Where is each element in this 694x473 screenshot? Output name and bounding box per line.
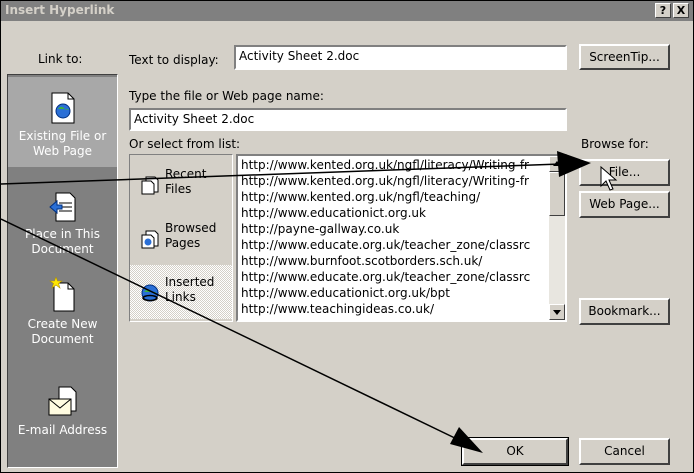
list-item[interactable]: http://www.educationict.org.uk (241, 206, 547, 222)
create-new-document-label-2: Document (31, 332, 94, 346)
email-address-label: E-mail Address (17, 423, 108, 437)
arrow-down-icon (553, 310, 561, 315)
place-in-document-label-1: Place in This (25, 227, 100, 241)
insert-hyperlink-dialog: Insert Hyperlink ? X Link to: Existing F… (0, 0, 694, 473)
browsed-pages-icon (141, 230, 159, 249)
place-in-document-label-2: Document (31, 242, 94, 256)
inserted-links-label: Inserted Links (165, 275, 215, 304)
scroll-up-button[interactable] (549, 156, 565, 172)
list-item[interactable]: http://www.kented.org.uk/ngfl/teaching/ (241, 190, 547, 206)
dialog-title: Insert Hyperlink (5, 3, 115, 17)
text-to-display-input[interactable]: Activity Sheet 2.doc (234, 45, 567, 70)
place-in-document-icon (48, 192, 75, 222)
link-to-bar: Existing File or Web Page Place in This … (7, 74, 118, 468)
browse-file-button[interactable]: File... (579, 159, 670, 186)
browsed-pages-label: Browsed Pages (165, 221, 217, 250)
select-from-list-label: Or select from list: (129, 137, 241, 151)
existing-file-icon (51, 92, 74, 124)
create-new-document-icon (48, 277, 74, 312)
inserted-links-icon (141, 284, 159, 302)
link-to-email-address[interactable]: E-mail Address (8, 385, 117, 461)
scroll-down-button[interactable] (549, 304, 565, 320)
close-button[interactable]: X (673, 3, 689, 18)
title-bar: Insert Hyperlink ? X (1, 1, 693, 21)
list-category-panel: Recent Files Browsed Pages Inserted Links (129, 154, 233, 322)
scroll-thumb[interactable] (549, 172, 565, 216)
email-icon (48, 386, 76, 416)
list-item[interactable]: http://www.educate.org.uk/teacher_zone/c… (241, 270, 547, 286)
cancel-button[interactable]: Cancel (579, 438, 670, 465)
list-item[interactable]: http://www.educationict.org.uk/bpt (241, 286, 547, 302)
list-item[interactable]: http://www.educate.org.uk/teacher_zone/c… (241, 238, 547, 254)
list-item[interactable]: http://payne-gallway.co.uk (241, 222, 547, 238)
list-item[interactable]: http://www.kented.org.uk/ngfl/literacy/W… (241, 158, 547, 174)
existing-file-label-1: Existing File or (18, 129, 107, 143)
existing-file-label-2: Web Page (32, 144, 93, 158)
url-list-scrollbar[interactable] (549, 156, 565, 320)
browse-web-page-button[interactable]: Web Page... (579, 191, 670, 218)
category-recent-files[interactable]: Recent Files (130, 157, 232, 211)
text-to-display-label: Text to display: (129, 53, 219, 67)
file-name-input[interactable]: Activity Sheet 2.doc (129, 108, 567, 131)
link-to-place-in-document[interactable]: Place in This Document (8, 191, 117, 271)
list-item[interactable]: http://www.kented.org.uk/ngfl/literacy/W… (241, 174, 547, 190)
browse-for-label: Browse for: (581, 137, 649, 151)
list-item[interactable]: http://www.teachingideas.co.uk/ (241, 302, 547, 318)
category-browsed-pages[interactable]: Browsed Pages (130, 211, 232, 265)
screentip-button[interactable]: ScreenTip... (579, 44, 670, 70)
url-list[interactable]: http://www.kented.org.uk/ngfl/literacy/W… (236, 154, 567, 322)
arrow-up-icon (553, 161, 561, 166)
link-to-label: Link to: (38, 52, 83, 66)
recent-files-label: Recent Files (165, 167, 207, 196)
list-item[interactable]: http://www.burnfoot.scotborders.sch.uk/ (241, 254, 547, 270)
create-new-document-label-1: Create New (27, 317, 98, 331)
link-to-create-new-document[interactable]: Create New Document (8, 277, 117, 367)
category-inserted-links[interactable]: Inserted Links (130, 265, 232, 319)
file-name-label: Type the file or Web page name: (129, 89, 324, 103)
bookmark-button[interactable]: Bookmark... (579, 298, 670, 325)
recent-files-icon (141, 176, 159, 195)
link-to-existing-file[interactable]: Existing File or Web Page (8, 77, 117, 167)
ok-button[interactable]: OK (461, 437, 569, 466)
help-button[interactable]: ? (655, 3, 671, 18)
